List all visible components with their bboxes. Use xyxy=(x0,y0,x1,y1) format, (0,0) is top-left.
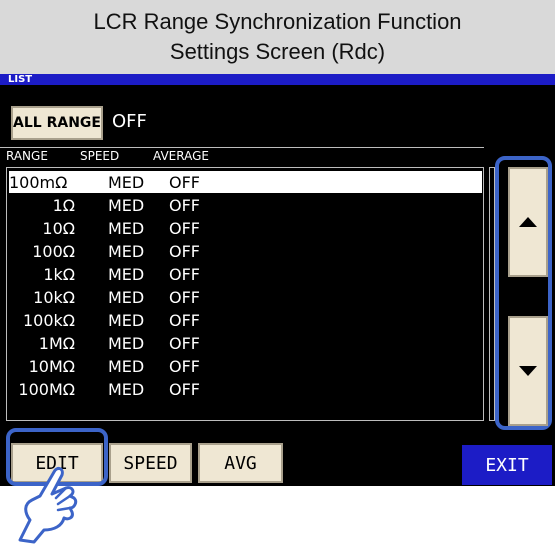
average-cell: OFF xyxy=(169,219,200,238)
speed-cell: MED xyxy=(108,311,145,330)
list-item-10kohm[interactable]: 10kΩ MED OFF xyxy=(0,286,480,309)
list-item-100mohm[interactable]: 100mΩ MED OFF xyxy=(0,171,480,194)
range-cell: 100mΩ xyxy=(9,173,68,192)
list-item-1ohm[interactable]: 1Ω MED OFF xyxy=(0,194,480,217)
speed-cell: MED xyxy=(108,196,145,215)
list-title: LIST xyxy=(8,74,33,85)
caption-banner: LCR Range Synchronization Function Setti… xyxy=(0,0,555,74)
range-cell: 10Ω xyxy=(42,219,75,238)
list-title-bar xyxy=(0,74,555,85)
all-range-value: OFF xyxy=(112,111,147,132)
caption-line-1: LCR Range Synchronization Function xyxy=(93,9,462,34)
list-item-1mohm[interactable]: 1MΩ MED OFF xyxy=(0,332,480,355)
exit-button[interactable]: EXIT xyxy=(462,445,552,485)
list-item-100ohm[interactable]: 100Ω MED OFF xyxy=(0,240,480,263)
scroll-down-button[interactable] xyxy=(508,316,548,426)
speed-cell: MED xyxy=(108,173,145,192)
speed-button[interactable]: SPEED xyxy=(109,443,192,483)
device-screen: LIST ALL RANGE OFF RANGE SPEED AVERAGE 1… xyxy=(0,74,555,486)
range-cell: 10MΩ xyxy=(28,357,75,376)
range-cell: 1kΩ xyxy=(43,265,75,284)
range-cell: 1MΩ xyxy=(38,334,75,353)
caption-line-2: Settings Screen (Rdc) xyxy=(169,39,386,64)
average-cell: OFF xyxy=(169,242,200,261)
header-top-line xyxy=(0,147,484,148)
average-cell: OFF xyxy=(169,173,200,192)
list-item-1kohm[interactable]: 1kΩ MED OFF xyxy=(0,263,480,286)
speed-cell: MED xyxy=(108,288,145,307)
range-cell: 100Ω xyxy=(32,242,75,261)
range-cell: 100MΩ xyxy=(18,380,75,399)
average-cell: OFF xyxy=(169,288,200,307)
pointing-hand-icon xyxy=(18,466,78,544)
average-cell: OFF xyxy=(169,311,200,330)
average-cell: OFF xyxy=(169,334,200,353)
list-item-100kohm[interactable]: 100kΩ MED OFF xyxy=(0,309,480,332)
scroll-down-icon xyxy=(519,366,537,376)
speed-cell: MED xyxy=(108,380,145,399)
range-cell: 100kΩ xyxy=(22,311,75,330)
column-header-average: AVERAGE xyxy=(153,149,209,163)
list-item-100megaohm[interactable]: 100MΩ MED OFF xyxy=(0,378,480,401)
list-item-10ohm[interactable]: 10Ω MED OFF xyxy=(0,217,480,240)
avg-button[interactable]: AVG xyxy=(198,443,283,483)
all-range-button[interactable]: ALL RANGE xyxy=(11,106,103,140)
scroll-up-button[interactable] xyxy=(508,167,548,277)
speed-cell: MED xyxy=(108,357,145,376)
list-item-10mohm[interactable]: 10MΩ MED OFF xyxy=(0,355,480,378)
speed-cell: MED xyxy=(108,265,145,284)
range-cell: 10kΩ xyxy=(33,288,75,307)
column-header-speed: SPEED xyxy=(80,149,120,163)
speed-cell: MED xyxy=(108,334,145,353)
average-cell: OFF xyxy=(169,196,200,215)
range-cell: 1Ω xyxy=(52,196,75,215)
average-cell: OFF xyxy=(169,380,200,399)
average-cell: OFF xyxy=(169,265,200,284)
average-cell: OFF xyxy=(169,357,200,376)
scroll-up-icon xyxy=(519,217,537,227)
column-header-range: RANGE xyxy=(6,149,48,163)
speed-cell: MED xyxy=(108,219,145,238)
speed-cell: MED xyxy=(108,242,145,261)
